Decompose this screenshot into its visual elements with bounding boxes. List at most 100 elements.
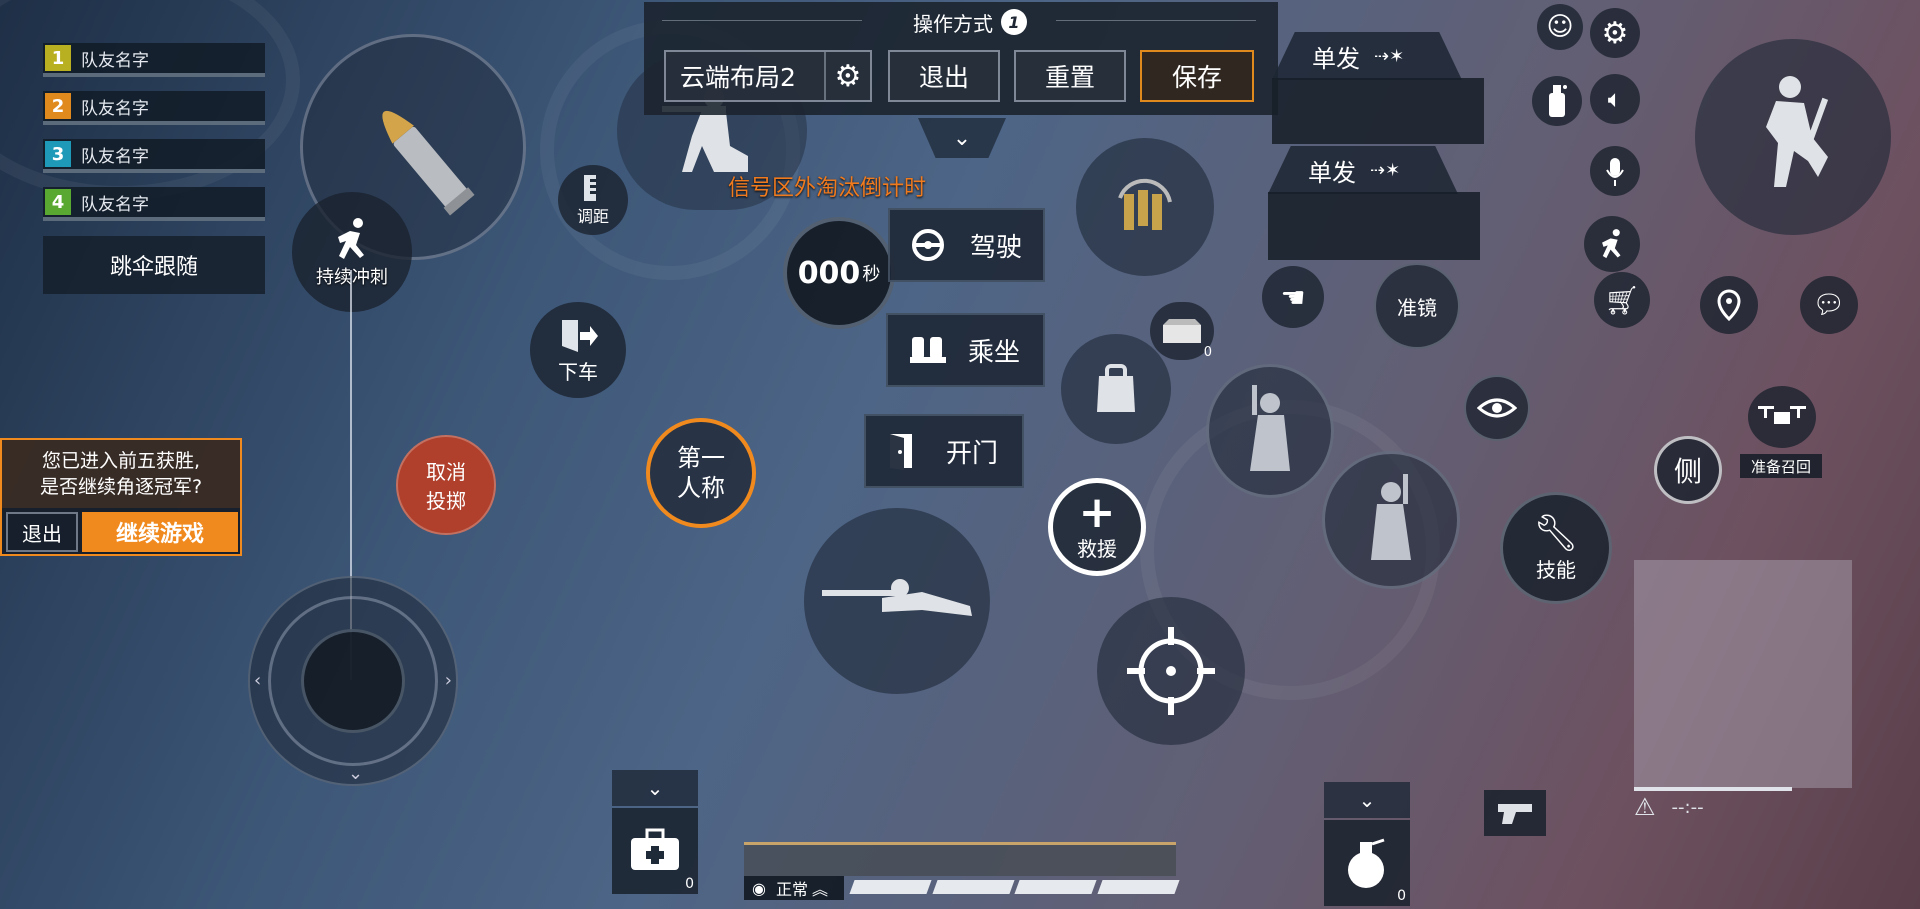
minimap-status: ⚠ --:-- [1634,792,1854,822]
squad-member[interactable]: 3 队友名字 [43,139,265,173]
squad-member[interactable]: 4 队友名字 [43,187,265,221]
lean-toggle-label: 侧 [1673,455,1702,488]
scope-button[interactable]: 准镜 [1374,263,1460,349]
exit-vehicle-icon [562,319,598,352]
open-door-button[interactable]: 开门 [864,414,1024,488]
peek-left-icon [1250,385,1290,471]
cancel-throw-label-line2: 投掷 [426,489,466,513]
radio-icon: ◉ [752,878,766,898]
squad-member[interactable]: 1 队友名字 [43,43,265,77]
exit-vehicle-label: 下车 [558,359,598,384]
gear-icon[interactable]: ⚙ [824,52,870,100]
grenade-count: 0 [1397,888,1406,904]
chevron-left-icon: ‹ [254,670,262,691]
medkit-slot[interactable]: 0 [612,808,698,894]
spray-button[interactable] [1532,76,1582,126]
sprint-label: 持续冲刺 [316,267,388,288]
control-mode-panel: 操作方式 1 云端布局2 ⚙ 退出 重置 保存 [644,2,1278,115]
parachute-follow-button[interactable]: 跳伞跟随 [43,236,265,294]
stance-label: 正常 [775,880,808,899]
fire-mode-bottom-label: 单发 [1308,158,1356,187]
rescue-label: 救援 [1077,536,1117,561]
settings-button[interactable]: ⚙ [1590,8,1640,58]
fire-button[interactable] [1097,597,1245,745]
fire-mode-tab-top[interactable]: 单发 ⇢✶ [1272,32,1462,80]
squad-member[interactable]: 2 队友名字 [43,91,265,125]
pistol-icon [1498,804,1532,824]
ride-label: 乘坐 [968,337,1021,368]
timer-value: 000 [797,255,861,291]
timer-unit: 秒 [862,264,881,285]
sprint-button[interactable]: 持续冲刺 [292,192,412,312]
grenade-slot[interactable]: 0 [1324,820,1410,906]
first-person-label-line2: 人称 [677,474,725,502]
speaker-button[interactable]: 🔈︎ [1590,74,1640,124]
drone-recall-label: 准备召回 [1740,454,1822,478]
movement-joystick[interactable]: ‹ › ⌄ [248,576,458,786]
sprint-toggle-button[interactable] [1584,216,1640,272]
supply-box-button[interactable]: 0 [1150,302,1214,360]
bullet-spark-icon: ⇢✶ [1370,159,1401,181]
crosshair-icon [1127,627,1215,715]
bullet-spark-icon: ⇢✶ [1374,45,1405,67]
skill-label: 技能 [1536,557,1576,582]
chat-button[interactable]: 💬︎ [1800,276,1858,334]
pistol-slot[interactable] [1484,790,1546,836]
seat-icon [908,333,952,367]
reset-button[interactable]: 重置 [1014,50,1126,102]
continue-game-button[interactable]: 继续游戏 [82,512,238,552]
jump-button[interactable] [1695,39,1891,235]
ride-button[interactable]: 乘坐 [886,313,1045,387]
drive-button[interactable]: 驾驶 [888,208,1045,282]
countdown-timer: 000 秒 [783,217,895,329]
grenade-icon [1348,838,1385,888]
microphone-icon [1606,158,1624,186]
fire-mode-top-label: 单发 [1312,44,1360,73]
exit-vehicle-button[interactable]: 下车 [530,302,626,398]
map-marker-button[interactable] [1700,276,1758,334]
running-icon [338,218,364,259]
first-person-toggle[interactable]: 第一 人称 [646,418,756,528]
fire-mode-tab-bottom[interactable]: 单发 ⇢✶ [1268,146,1458,194]
minimap-progress-bar [1634,787,1792,791]
collapse-panel-button[interactable]: ⌄ [918,118,1006,158]
top5-exit-button[interactable]: 退出 [6,512,78,552]
scope-label: 准镜 [1397,295,1437,320]
joystick-knob[interactable] [301,629,405,733]
fire-mode-panel-bottom[interactable] [1268,192,1480,260]
minimap[interactable] [1634,560,1852,788]
lean-right-button[interactable] [1322,451,1460,589]
rescue-button[interactable]: + 救援 [1048,478,1146,576]
cart-icon: 🛒︎ [1604,283,1640,317]
adjust-distance-button[interactable]: 调距 [558,165,628,235]
fire-mode-panel-top[interactable] [1272,78,1484,144]
microphone-button[interactable] [1590,146,1640,196]
control-mode-title: 操作方式 [913,11,993,36]
emote-button[interactable]: ☺ [1537,4,1583,50]
squad-member-number: 3 [45,141,71,167]
skill-button[interactable]: 🔧︎ 技能 [1500,492,1612,604]
medkit-expand-button[interactable]: ⌄ [612,770,698,806]
eye-icon [1477,398,1517,418]
pickup-button[interactable]: ☚ [1262,266,1324,328]
top5-prompt-dialog: 您已进入前五获胜, 是否继续角逐冠军? 退出 继续游戏 [0,438,242,556]
drone-button[interactable] [1748,386,1816,448]
layout-selector[interactable]: 云端布局2 ⚙ [664,50,872,102]
shop-button[interactable]: 🛒︎ [1594,272,1650,328]
grenade-expand-button[interactable]: ⌄ [1324,782,1410,818]
exit-button[interactable]: 退出 [888,50,1000,102]
top5-prompt-line1: 您已进入前五获胜, [41,450,201,472]
cancel-throw-button[interactable]: 取消 投掷 [396,435,496,535]
cancel-throw-label-line1: 取消 [426,460,466,484]
squad-member-number: 4 [45,189,71,215]
open-door-label: 开门 [946,438,999,469]
save-button[interactable]: 保存 [1140,50,1254,102]
backpack-button[interactable] [1061,334,1171,444]
spectate-button[interactable] [1464,375,1530,441]
prone-soldier-icon [822,579,972,616]
ruler-icon [584,175,596,201]
lean-toggle-button[interactable]: 侧 [1654,436,1722,504]
lean-left-button[interactable] [1206,364,1334,498]
reload-button[interactable] [1076,138,1214,276]
prone-button[interactable] [804,508,990,694]
